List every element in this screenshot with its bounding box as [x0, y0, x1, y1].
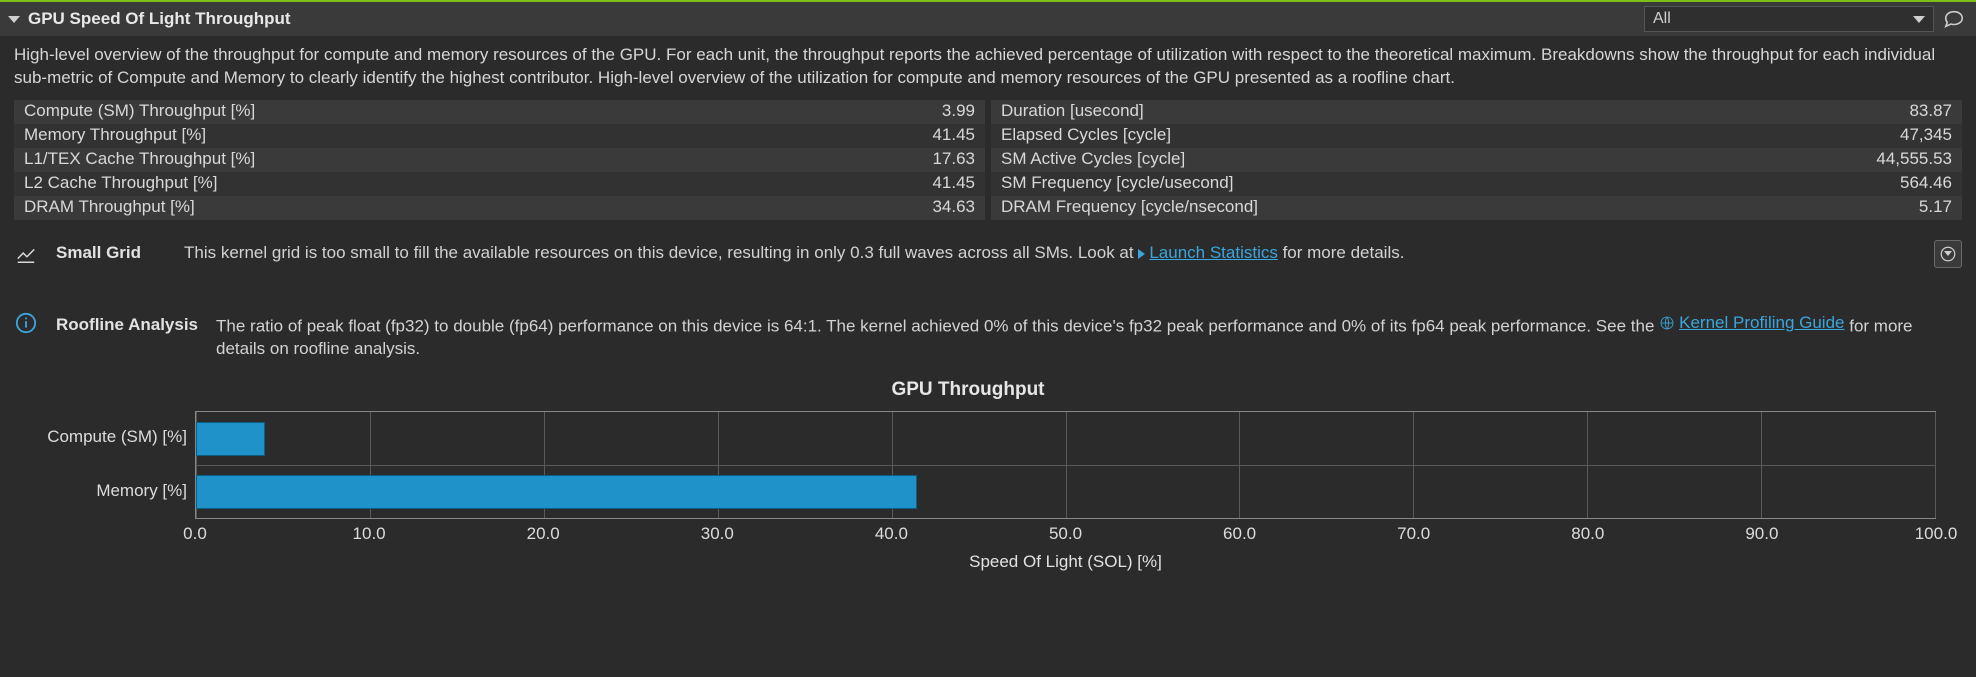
metric-row: Memory Throughput [%]41.45 — [14, 124, 985, 148]
metric-label: L2 Cache Throughput [%] — [24, 172, 932, 195]
filter-dropdown-value: All — [1653, 8, 1671, 30]
chart-bar — [196, 422, 265, 456]
metric-row: L2 Cache Throughput [%]41.45 — [14, 172, 985, 196]
chart-xlabel: 10.0 — [353, 523, 386, 546]
chart-xlabels: 0.010.020.030.040.050.060.070.080.090.01… — [195, 519, 1936, 545]
metric-label: Elapsed Cycles [cycle] — [1001, 124, 1900, 147]
roofline-text-pre: The ratio of peak float (fp32) to double… — [216, 316, 1659, 335]
metric-value: 564.46 — [1900, 172, 1952, 195]
chevron-down-icon — [1944, 251, 1952, 256]
chart-ylabel: Compute (SM) [%] — [0, 411, 195, 465]
small-grid-text-post: for more details. — [1278, 243, 1405, 262]
filter-dropdown[interactable]: All — [1644, 6, 1934, 32]
chart-xlabel: 100.0 — [1915, 523, 1958, 546]
chart-xlabel: 70.0 — [1397, 523, 1430, 546]
chart-ylabels: Compute (SM) [%]Memory [%] — [0, 411, 195, 519]
metric-row: Compute (SM) Throughput [%]3.99 — [14, 100, 985, 124]
metrics-col-right: Duration [usecond]83.87Elapsed Cycles [c… — [991, 100, 1962, 220]
chart-ylabel: Memory [%] — [0, 465, 195, 519]
kernel-profiling-guide-link[interactable]: Kernel Profiling Guide — [1659, 312, 1844, 335]
collapse-toggle-icon[interactable] — [8, 16, 20, 23]
metric-row: SM Frequency [cycle/usecond]564.46 — [991, 172, 1962, 196]
roofline-title: Roofline Analysis — [56, 312, 198, 337]
metric-label: DRAM Frequency [cycle/nsecond] — [1001, 196, 1919, 219]
sol-panel: GPU Speed Of Light Throughput All High-l… — [0, 0, 1976, 592]
comment-icon[interactable] — [1942, 7, 1966, 31]
chart-gridline — [196, 465, 1935, 466]
kernel-guide-link-text: Kernel Profiling Guide — [1679, 312, 1844, 335]
chart-body: Compute (SM) [%]Memory [%] — [0, 411, 1936, 519]
panel-header: GPU Speed Of Light Throughput All — [0, 2, 1976, 36]
roofline-note: Roofline Analysis The ratio of peak floa… — [0, 302, 1976, 371]
info-icon — [14, 312, 38, 334]
panel-title: GPU Speed Of Light Throughput — [28, 8, 1636, 31]
chart-bar — [196, 475, 917, 509]
metric-label: L1/TEX Cache Throughput [%] — [24, 148, 932, 171]
panel-description: High-level overview of the throughput fo… — [0, 36, 1976, 100]
launch-statistics-link-text: Launch Statistics — [1149, 243, 1278, 262]
metric-value: 44,555.53 — [1876, 148, 1952, 171]
chart-xlabel: 60.0 — [1223, 523, 1256, 546]
small-grid-body: This kernel grid is too small to fill th… — [184, 242, 1916, 265]
metric-label: Memory Throughput [%] — [24, 124, 932, 147]
chart-xlabel: 0.0 — [183, 523, 207, 546]
small-grid-title: Small Grid — [56, 242, 166, 265]
chart-xlabel: 50.0 — [1049, 523, 1082, 546]
metric-value: 41.45 — [932, 124, 975, 147]
metric-value: 17.63 — [932, 148, 975, 171]
metric-row: Duration [usecond]83.87 — [991, 100, 1962, 124]
chart-xtitle: Speed Of Light (SOL) [%] — [195, 551, 1936, 574]
chart-plot — [195, 411, 1936, 519]
chart-xlabel: 80.0 — [1571, 523, 1604, 546]
metric-label: Duration [usecond] — [1001, 100, 1909, 123]
metric-value: 5.17 — [1919, 196, 1952, 219]
chart-xlabel: 30.0 — [701, 523, 734, 546]
metric-value: 41.45 — [932, 172, 975, 195]
chart-line-icon — [14, 243, 38, 265]
metric-label: Compute (SM) Throughput [%] — [24, 100, 942, 123]
metric-label: DRAM Throughput [%] — [24, 196, 932, 219]
chart-xlabel: 40.0 — [875, 523, 908, 546]
metric-label: SM Active Cycles [cycle] — [1001, 148, 1876, 171]
chart-title: GPU Throughput — [0, 377, 1936, 403]
expand-details-button[interactable] — [1934, 240, 1962, 268]
metric-value: 3.99 — [942, 100, 975, 123]
small-grid-text-pre: This kernel grid is too small to fill th… — [184, 243, 1138, 262]
metric-row: Elapsed Cycles [cycle]47,345 — [991, 124, 1962, 148]
metric-row: DRAM Frequency [cycle/nsecond]5.17 — [991, 196, 1962, 220]
chart-gridline — [1935, 412, 1936, 518]
metric-row: DRAM Throughput [%]34.63 — [14, 196, 985, 220]
metric-value: 47,345 — [1900, 124, 1952, 147]
metric-value: 83.87 — [1909, 100, 1952, 123]
chart-area: GPU Throughput Compute (SM) [%]Memory [%… — [0, 371, 1976, 592]
launch-statistics-link[interactable]: Launch Statistics — [1138, 243, 1278, 262]
chart-xlabel: 20.0 — [527, 523, 560, 546]
metric-label: SM Frequency [cycle/usecond] — [1001, 172, 1900, 195]
caret-right-icon — [1138, 249, 1145, 259]
chart-xlabel: 90.0 — [1745, 523, 1778, 546]
metrics-col-left: Compute (SM) Throughput [%]3.99Memory Th… — [14, 100, 985, 220]
small-grid-note: Small Grid This kernel grid is too small… — [0, 230, 1976, 278]
chevron-down-icon — [1913, 16, 1925, 23]
metric-row: SM Active Cycles [cycle]44,555.53 — [991, 148, 1962, 172]
roofline-body: The ratio of peak float (fp32) to double… — [216, 312, 1962, 361]
metrics-table: Compute (SM) Throughput [%]3.99Memory Th… — [0, 100, 1976, 220]
metric-value: 34.63 — [932, 196, 975, 219]
metric-row: L1/TEX Cache Throughput [%]17.63 — [14, 148, 985, 172]
